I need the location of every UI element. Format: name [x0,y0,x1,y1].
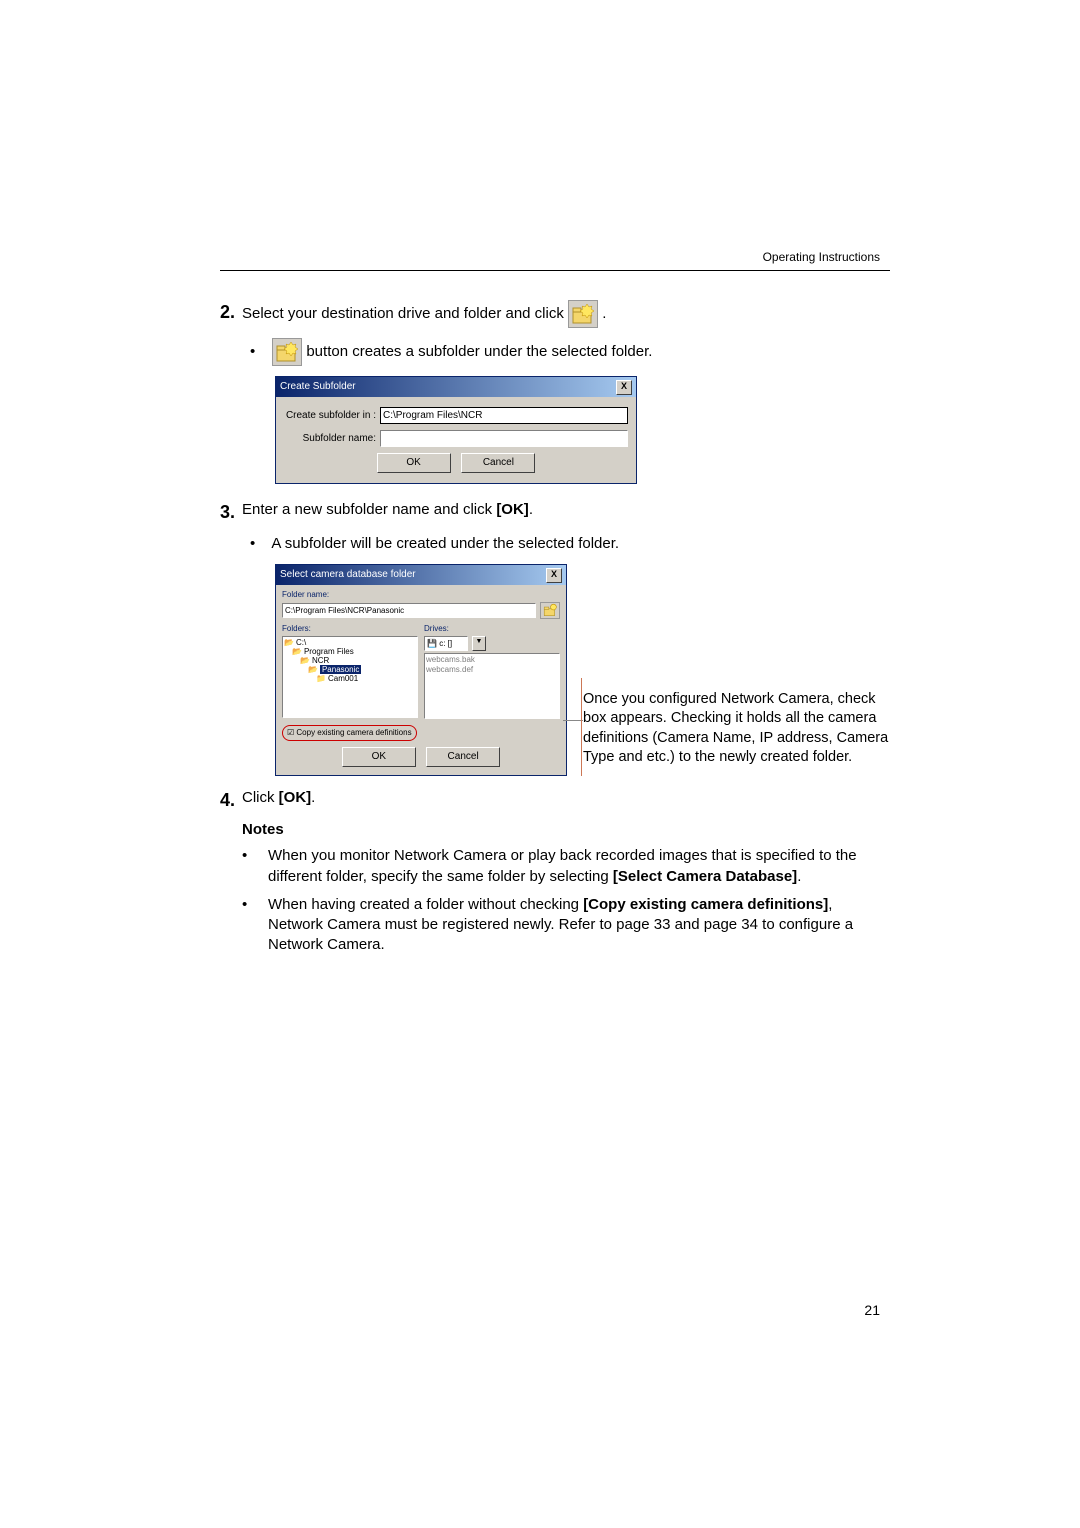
step2-subitem: • button creates a subfolder under the s… [250,338,890,366]
folders-label: Folders: [282,624,418,635]
note-item-1: • When you monitor Network Camera or pla… [242,846,890,887]
note-item-2: • When having created a folder without c… [242,895,890,956]
step-number: 4. [220,788,242,812]
tree-node: 📂C:\ [284,638,416,647]
step3-subitem: • A subfolder will be created under the … [250,534,890,554]
dialog-row-path: Create subfolder in : C:\Program Files\N… [284,407,628,424]
dialog-button-row: OK Cancel [282,747,560,767]
dialog-titlebar: Select camera database folder X [276,565,566,585]
note-text: When having created a folder without che… [268,895,890,956]
step2-sub-text: button creates a subfolder under the sel… [306,343,652,360]
step-3: 3. Enter a new subfolder name and click … [220,500,890,524]
step2-text-prefix: Select your destination drive and folder… [242,305,568,322]
page: Operating Instructions 2. Select your de… [0,0,1080,1528]
dialog-columns: Folders: 📂C:\ 📂Program Files 📂NCR 📂Panas… [282,623,560,719]
folder-name-row: C:\Program Files\NCR\Panasonic [282,602,560,619]
header-rule [220,270,890,271]
step2-text-suffix: . [602,305,606,322]
folder-name-input[interactable]: C:\Program Files\NCR\Panasonic [282,603,536,618]
tree-node: 📂Program Files [284,647,416,656]
dialog-titlebar: Create Subfolder X [276,377,636,397]
close-icon[interactable]: X [616,380,632,395]
drive-select[interactable]: 💾 c: [] [424,636,468,651]
page-number: 21 [864,1302,880,1318]
folder-name-label: Folder name: [282,590,560,601]
step3-text-b: . [529,501,533,518]
select-folder-wrap: Select camera database folder X Folder n… [275,564,890,776]
subfolder-name-label: Subfolder name: [284,432,380,446]
dialog-title: Select camera database folder [280,568,416,582]
tree-node: 📁Cam001 [284,674,416,683]
cancel-button[interactable]: Cancel [461,453,535,473]
tree-node-selected: 📂Panasonic [284,665,416,674]
folders-column: Folders: 📂C:\ 📂Program Files 📂NCR 📂Panas… [282,623,418,719]
folder-tree[interactable]: 📂C:\ 📂Program Files 📂NCR 📂Panasonic 📁Cam… [282,636,418,718]
drives-column: Drives: 💾 c: [] ▼ webcams.bak webcams.de… [424,623,560,719]
bullet-dot: • [250,342,268,362]
create-in-input[interactable]: C:\Program Files\NCR [380,407,628,424]
note-text: When you monitor Network Camera or play … [268,846,890,887]
step-4: 4. Click [OK]. [220,788,890,812]
step3-text-a: Enter a new subfolder name and click [242,501,496,518]
bullet-dot: • [242,895,268,956]
ok-button[interactable]: OK [377,453,451,473]
main-content: 2. Select your destination drive and fol… [220,300,890,956]
copy-definitions-label: Copy existing camera definitions [296,728,411,737]
new-folder-icon [272,338,302,366]
step-body: Select your destination drive and folder… [242,300,890,328]
drives-row: 💾 c: [] ▼ [424,636,560,651]
annotation-text: Once you configured Network Camera, chec… [567,690,890,776]
copy-definitions-checkbox[interactable]: ☑ [287,728,296,737]
notes-heading: Notes [242,820,890,840]
dialog-row-name: Subfolder name: [284,430,628,447]
ok-button[interactable]: OK [342,747,416,767]
tree-node: 📂NCR [284,656,416,665]
files-list[interactable]: webcams.bak webcams.def [424,653,560,719]
subfolder-name-input[interactable] [380,430,628,447]
new-folder-icon[interactable] [540,602,560,619]
step3-sub-text: A subfolder will be created under the se… [271,535,619,552]
step4-bold: [OK] [279,789,312,806]
dialog-title: Create Subfolder [280,380,356,394]
create-in-label: Create subfolder in : [284,409,380,423]
step-2: 2. Select your destination drive and fol… [220,300,890,328]
list-item[interactable]: webcams.bak [426,655,558,666]
step-body: Click [OK]. [242,788,890,812]
step-number: 3. [220,500,242,524]
notes-list: • When you monitor Network Camera or pla… [242,846,890,955]
create-subfolder-dialog: Create Subfolder X Create subfolder in :… [275,376,637,484]
step4-text-a: Click [242,789,279,806]
bullet-dot: • [242,846,268,887]
drives-label: Drives: [424,624,560,635]
chevron-down-icon[interactable]: ▼ [472,636,486,651]
dialog-body: Folder name: C:\Program Files\NCR\Panaso… [276,585,566,775]
close-icon[interactable]: X [546,568,562,583]
new-folder-icon [568,300,598,328]
cancel-button[interactable]: Cancel [426,747,500,767]
dialog-button-row: OK Cancel [284,453,628,473]
step3-bold: [OK] [496,501,529,518]
select-folder-dialog: Select camera database folder X Folder n… [275,564,567,776]
step-number: 2. [220,300,242,328]
step4-text-b: . [311,789,315,806]
dialog-body: Create subfolder in : C:\Program Files\N… [276,397,636,483]
copy-definitions-highlight: ☑ Copy existing camera definitions [282,725,417,742]
list-item[interactable]: webcams.def [426,665,558,676]
page-header: Operating Instructions [763,250,880,264]
step-body: Enter a new subfolder name and click [OK… [242,500,890,524]
bullet-dot: • [250,534,268,554]
